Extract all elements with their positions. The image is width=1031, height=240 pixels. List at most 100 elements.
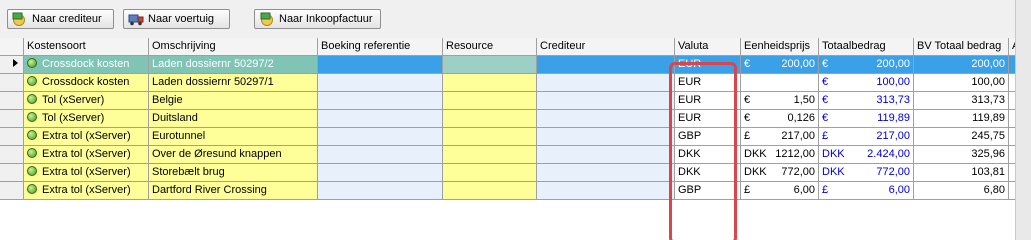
cell-omschrijving[interactable]: Storebælt brug — [149, 164, 318, 182]
cell-boeking[interactable] — [318, 164, 443, 182]
cell-resource[interactable] — [443, 182, 537, 200]
table-row[interactable]: Tol (xServer) Duitsland EUR €0,126 €119,89 11… — [0, 110, 1031, 128]
cell-valuta[interactable]: EUR — [675, 110, 741, 128]
row-indicator[interactable] — [0, 56, 24, 74]
cell-bv[interactable]: 325,96 — [914, 146, 1009, 164]
cell-crediteur[interactable] — [537, 56, 675, 74]
cell-omschrijving[interactable]: Laden dossiernr 50297/2 — [149, 56, 318, 74]
cell-resource[interactable] — [443, 56, 537, 74]
cell-crediteur[interactable] — [537, 92, 675, 110]
cell-ep[interactable]: €0,126 — [741, 110, 819, 128]
col-totaalbedrag[interactable]: Totaalbedrag — [819, 38, 914, 56]
cell-kostensoort[interactable]: Crossdock kosten — [24, 74, 149, 92]
row-indicator[interactable] — [0, 74, 24, 92]
cell-tb[interactable]: €200,00 — [819, 56, 914, 74]
cell-ep[interactable]: £217,00 — [741, 128, 819, 146]
cell-bv[interactable]: 119,89 — [914, 110, 1009, 128]
table-row[interactable]: Extra tol (xServer) Dartford River Crossi… — [0, 182, 1031, 200]
cell-bv[interactable]: 313,73 — [914, 92, 1009, 110]
cell-valuta[interactable]: EUR — [675, 74, 741, 92]
cell-omschrijving[interactable]: Eurotunnel — [149, 128, 318, 146]
cell-crediteur[interactable] — [537, 74, 675, 92]
cell-resource[interactable] — [443, 128, 537, 146]
cell-valuta[interactable]: EUR — [675, 92, 741, 110]
row-indicator[interactable] — [0, 182, 24, 200]
cell-omschrijving[interactable]: Duitsland — [149, 110, 318, 128]
cell-crediteur[interactable] — [537, 110, 675, 128]
cell-kostensoort[interactable]: Extra tol (xServer) — [24, 182, 149, 200]
row-indicator[interactable] — [0, 128, 24, 146]
cell-omschrijving[interactable]: Laden dossiernr 50297/1 — [149, 74, 318, 92]
cell-tb[interactable]: €100,00 — [819, 74, 914, 92]
col-valuta[interactable]: Valuta — [675, 38, 741, 56]
cell-tb[interactable]: DKK 2.424,00 — [819, 146, 914, 164]
table-row[interactable]: Crossdock kosten Laden dossiernr 50297/1 E… — [0, 74, 1031, 92]
col-omschrijving[interactable]: Omschrijving — [149, 38, 318, 56]
cell-ep[interactable]: DKK 1212,00 — [741, 146, 819, 164]
cell-crediteur[interactable] — [537, 128, 675, 146]
naar-crediteur-button[interactable]: Naar crediteur — [7, 9, 114, 29]
cell-kostensoort[interactable]: Tol (xServer) — [24, 92, 149, 110]
cell-resource[interactable] — [443, 92, 537, 110]
cell-tb[interactable]: €313,73 — [819, 92, 914, 110]
cell-boeking[interactable] — [318, 128, 443, 146]
cell-kostensoort[interactable]: Tol (xServer) — [24, 110, 149, 128]
cell-kostensoort[interactable]: Extra tol (xServer) — [24, 164, 149, 182]
table-row[interactable]: Tol (xServer) Belgie EUR €1,50 €313,73 313,73 — [0, 92, 1031, 110]
col-eenheidsprijs[interactable]: Eenheidsprijs — [741, 38, 819, 56]
cell-valuta[interactable]: GBP — [675, 182, 741, 200]
naar-voertuig-button[interactable]: Naar voertuig — [123, 9, 230, 29]
cell-kostensoort[interactable]: Extra tol (xServer) — [24, 146, 149, 164]
cell-bv[interactable]: 200,00 — [914, 56, 1009, 74]
cell-boeking[interactable] — [318, 56, 443, 74]
cell-resource[interactable] — [443, 74, 537, 92]
col-crediteur[interactable]: Crediteur — [537, 38, 675, 56]
cell-bv[interactable]: 103,81 — [914, 164, 1009, 182]
cell-tb[interactable]: £217,00 — [819, 128, 914, 146]
cell-omschrijving[interactable]: Dartford River Crossing — [149, 182, 318, 200]
table-row[interactable]: Extra tol (xServer) Over de Øresund knapp… — [0, 146, 1031, 164]
col-boeking-referentie[interactable]: Boeking referentie — [318, 38, 443, 56]
cell-valuta[interactable]: DKK — [675, 146, 741, 164]
col-kostensoort[interactable]: Kostensoort — [24, 38, 149, 56]
cell-tb[interactable]: £6,00 — [819, 182, 914, 200]
cell-crediteur[interactable] — [537, 146, 675, 164]
cell-boeking[interactable] — [318, 92, 443, 110]
cell-bv[interactable]: 245,75 — [914, 128, 1009, 146]
table-row[interactable]: Extra tol (xServer) Eurotunnel GBP £217,00 £… — [0, 128, 1031, 146]
cell-boeking[interactable] — [318, 110, 443, 128]
cell-ep[interactable] — [741, 74, 819, 92]
cell-valuta[interactable]: GBP — [675, 128, 741, 146]
table-row[interactable]: Crossdock kosten Laden dossiernr 50297/2 E… — [0, 56, 1031, 74]
row-indicator[interactable] — [0, 92, 24, 110]
cell-valuta[interactable]: DKK — [675, 164, 741, 182]
cell-tb[interactable]: €119,89 — [819, 110, 914, 128]
cell-crediteur[interactable] — [537, 182, 675, 200]
cell-omschrijving[interactable]: Belgie — [149, 92, 318, 110]
cell-tb[interactable]: DKK 772,00 — [819, 164, 914, 182]
cell-bv[interactable]: 6,80 — [914, 182, 1009, 200]
vertical-scrollbar[interactable] — [1015, 0, 1031, 240]
cell-boeking[interactable] — [318, 182, 443, 200]
cell-bv[interactable]: 100,00 — [914, 74, 1009, 92]
naar-inkoopfactuur-button[interactable]: Naar Inkoopfactuur — [254, 9, 381, 29]
cell-kostensoort[interactable]: Crossdock kosten — [24, 56, 149, 74]
col-bv-totaal-bedrag[interactable]: BV Totaal bedrag — [914, 38, 1009, 56]
cell-resource[interactable] — [443, 164, 537, 182]
cell-ep[interactable]: £6,00 — [741, 182, 819, 200]
cell-boeking[interactable] — [318, 74, 443, 92]
table-row[interactable]: Extra tol (xServer) Storebælt brug DKK DKK 7… — [0, 164, 1031, 182]
cell-ep[interactable]: €200,00 — [741, 56, 819, 74]
cell-resource[interactable] — [443, 110, 537, 128]
row-indicator[interactable] — [0, 164, 24, 182]
row-indicator[interactable] — [0, 110, 24, 128]
cell-ep[interactable]: DKK 772,00 — [741, 164, 819, 182]
cell-kostensoort[interactable]: Extra tol (xServer) — [24, 128, 149, 146]
row-indicator[interactable] — [0, 146, 24, 164]
cell-boeking[interactable] — [318, 146, 443, 164]
cell-ep[interactable]: €1,50 — [741, 92, 819, 110]
cell-crediteur[interactable] — [537, 164, 675, 182]
cell-valuta[interactable]: EUR — [675, 56, 741, 74]
col-resource[interactable]: Resource — [443, 38, 537, 56]
cell-omschrijving[interactable]: Over de Øresund knappen — [149, 146, 318, 164]
